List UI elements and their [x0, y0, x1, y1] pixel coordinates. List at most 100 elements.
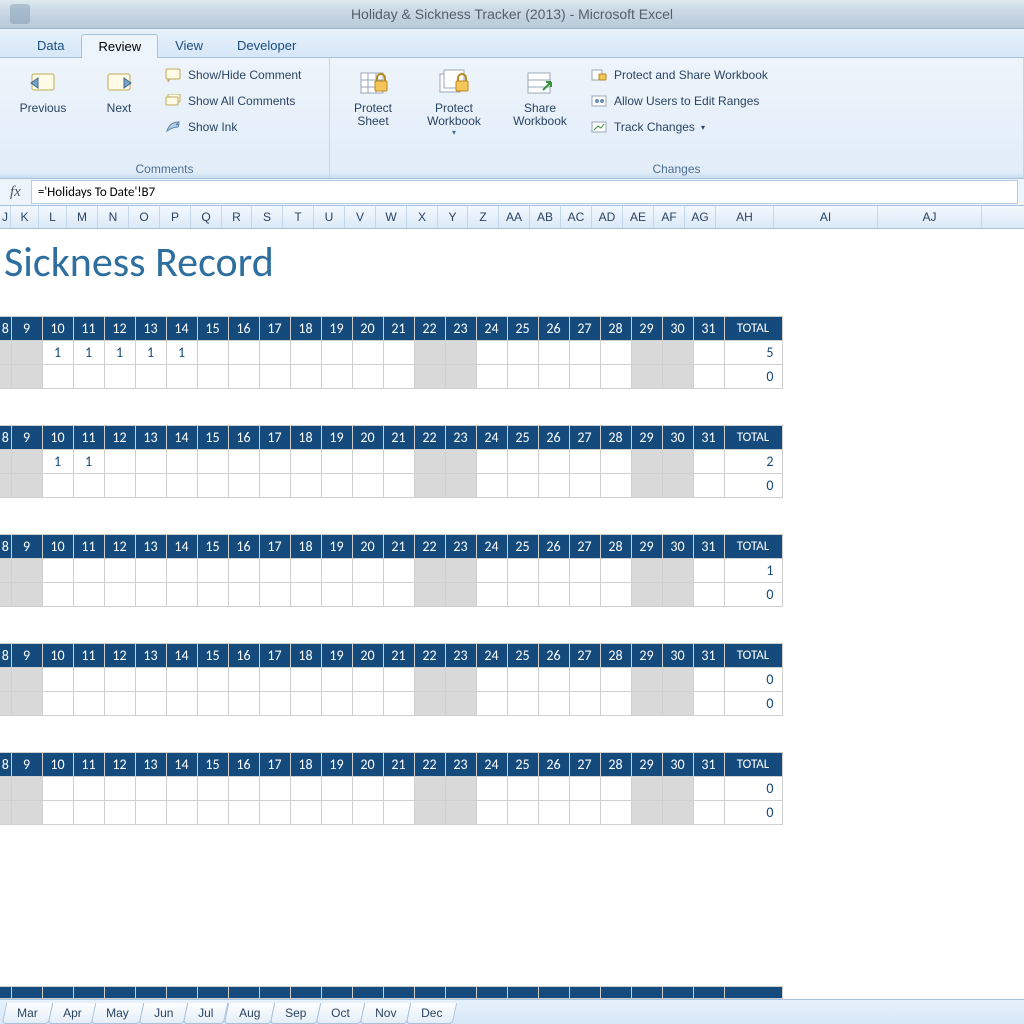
column-header-N[interactable]: N: [98, 206, 129, 228]
day-cell[interactable]: [290, 450, 321, 474]
day-cell[interactable]: [135, 559, 166, 583]
day-cell[interactable]: [662, 450, 693, 474]
day-cell[interactable]: [166, 365, 197, 389]
day-cell[interactable]: [42, 692, 73, 716]
sheet-tab-sep[interactable]: Sep: [270, 1003, 322, 1024]
day-cell[interactable]: [569, 474, 600, 498]
day-cell[interactable]: [42, 583, 73, 607]
day-cell[interactable]: [352, 365, 383, 389]
day-cell[interactable]: [228, 474, 259, 498]
day-cell[interactable]: [104, 801, 135, 825]
day-cell[interactable]: [73, 777, 104, 801]
day-cell[interactable]: [352, 801, 383, 825]
day-cell[interactable]: [259, 692, 290, 716]
day-cell[interactable]: [166, 559, 197, 583]
day-cell[interactable]: [569, 365, 600, 389]
day-cell[interactable]: [569, 559, 600, 583]
day-cell[interactable]: [321, 668, 352, 692]
day-cell[interactable]: [259, 450, 290, 474]
day-cell[interactable]: [228, 692, 259, 716]
day-cell[interactable]: [600, 341, 631, 365]
day-cell[interactable]: [445, 583, 476, 607]
day-cell[interactable]: [11, 450, 42, 474]
day-cell[interactable]: [476, 365, 507, 389]
day-cell[interactable]: [259, 559, 290, 583]
day-cell[interactable]: [290, 801, 321, 825]
day-cell[interactable]: [290, 341, 321, 365]
day-cell[interactable]: [321, 583, 352, 607]
column-header-X[interactable]: X: [407, 206, 438, 228]
day-cell[interactable]: [414, 559, 445, 583]
day-cell[interactable]: [631, 777, 662, 801]
day-cell[interactable]: [228, 450, 259, 474]
column-header-P[interactable]: P: [160, 206, 191, 228]
day-cell[interactable]: [0, 474, 11, 498]
day-cell[interactable]: [166, 668, 197, 692]
day-cell[interactable]: [662, 583, 693, 607]
day-cell[interactable]: [414, 692, 445, 716]
day-cell[interactable]: [693, 365, 724, 389]
column-header-M[interactable]: M: [67, 206, 98, 228]
day-cell[interactable]: [538, 668, 569, 692]
day-cell[interactable]: [476, 341, 507, 365]
show-ink-button[interactable]: Show Ink: [160, 116, 305, 138]
day-cell[interactable]: [383, 583, 414, 607]
day-cell[interactable]: [11, 583, 42, 607]
day-cell[interactable]: [135, 692, 166, 716]
day-cell[interactable]: [321, 559, 352, 583]
day-cell[interactable]: [0, 365, 11, 389]
day-cell[interactable]: [476, 668, 507, 692]
day-cell[interactable]: [383, 450, 414, 474]
day-cell[interactable]: [693, 668, 724, 692]
day-cell[interactable]: [507, 668, 538, 692]
day-cell[interactable]: [228, 559, 259, 583]
column-header-L[interactable]: L: [39, 206, 67, 228]
day-cell[interactable]: [228, 341, 259, 365]
day-cell[interactable]: [0, 583, 11, 607]
day-cell[interactable]: [197, 341, 228, 365]
day-cell[interactable]: [290, 559, 321, 583]
day-cell[interactable]: [321, 692, 352, 716]
day-cell[interactable]: [73, 668, 104, 692]
day-cell[interactable]: [414, 450, 445, 474]
day-cell[interactable]: [11, 341, 42, 365]
day-cell[interactable]: [414, 365, 445, 389]
day-cell[interactable]: [383, 801, 414, 825]
day-cell[interactable]: [42, 365, 73, 389]
day-cell[interactable]: [166, 777, 197, 801]
day-cell[interactable]: [352, 559, 383, 583]
formula-input[interactable]: [31, 180, 1018, 204]
day-cell[interactable]: [259, 801, 290, 825]
day-cell[interactable]: [693, 559, 724, 583]
day-cell[interactable]: [0, 668, 11, 692]
day-cell[interactable]: [197, 450, 228, 474]
day-cell[interactable]: [42, 668, 73, 692]
day-cell[interactable]: [662, 474, 693, 498]
column-header-T[interactable]: T: [283, 206, 314, 228]
day-cell[interactable]: [166, 583, 197, 607]
day-cell[interactable]: [476, 583, 507, 607]
day-cell[interactable]: [197, 365, 228, 389]
column-header-AG[interactable]: AG: [685, 206, 716, 228]
day-cell[interactable]: [11, 801, 42, 825]
protect-and-share-button[interactable]: Protect and Share Workbook: [586, 64, 772, 86]
day-cell[interactable]: [445, 801, 476, 825]
day-cell[interactable]: [290, 668, 321, 692]
column-header-Z[interactable]: Z: [468, 206, 499, 228]
day-cell[interactable]: [0, 559, 11, 583]
day-cell[interactable]: [600, 801, 631, 825]
column-header-S[interactable]: S: [252, 206, 283, 228]
day-cell[interactable]: [228, 365, 259, 389]
day-cell[interactable]: [228, 583, 259, 607]
day-cell[interactable]: [104, 777, 135, 801]
day-cell[interactable]: [104, 450, 135, 474]
day-cell[interactable]: [538, 692, 569, 716]
day-cell[interactable]: [11, 559, 42, 583]
day-cell[interactable]: [166, 692, 197, 716]
day-cell[interactable]: [631, 583, 662, 607]
day-cell[interactable]: [600, 668, 631, 692]
sheet-tab-jul[interactable]: Jul: [183, 1003, 229, 1024]
day-cell[interactable]: [538, 801, 569, 825]
day-cell[interactable]: [414, 777, 445, 801]
day-cell[interactable]: [538, 777, 569, 801]
